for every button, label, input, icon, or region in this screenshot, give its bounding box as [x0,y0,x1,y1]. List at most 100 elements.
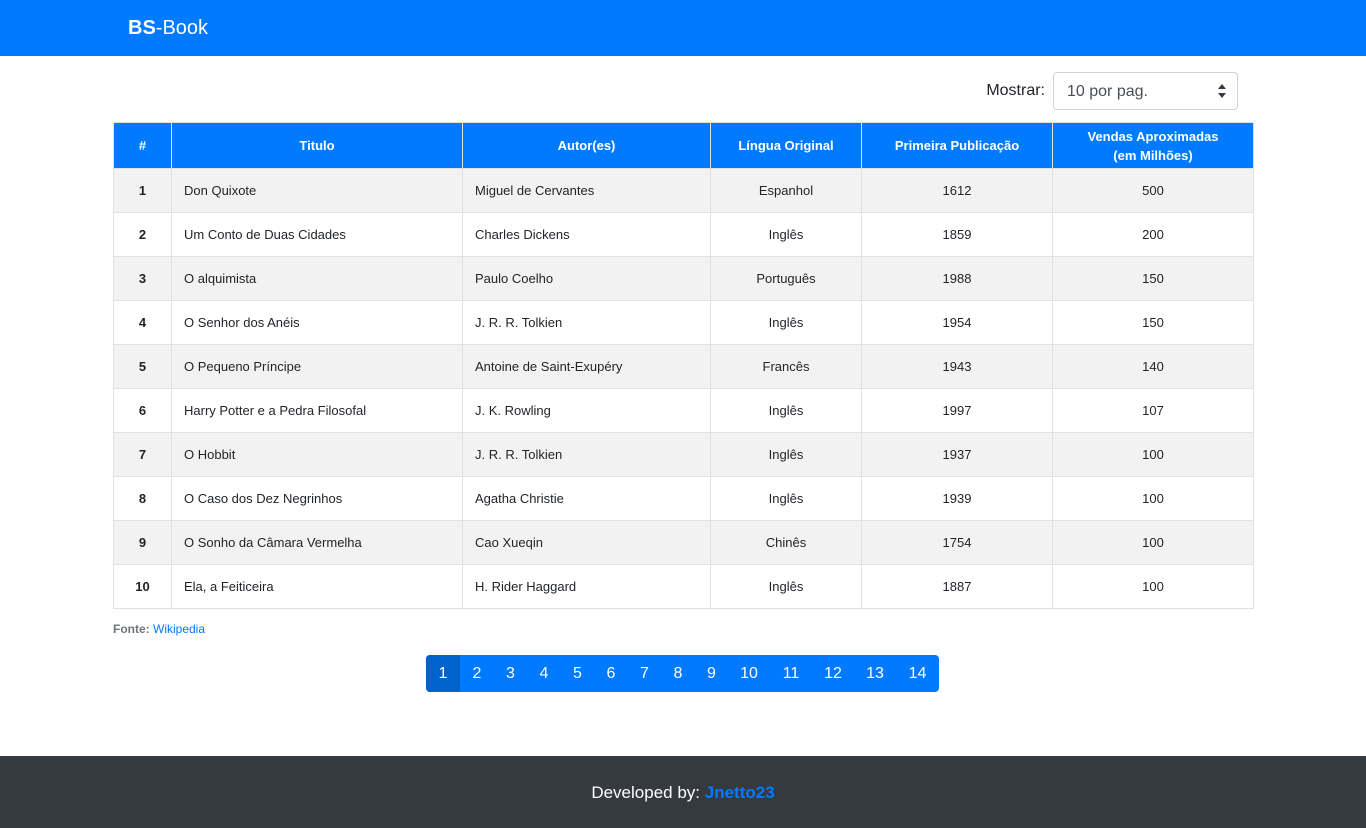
cell-title: Don Quixote [171,168,463,213]
cell-author: H. Rider Haggard [462,564,711,609]
cell-year: 1939 [861,476,1053,521]
table-row: 4 O Senhor dos Anéis J. R. R. Tolkien In… [113,300,1254,345]
source-note: Fonte: Wikipedia [113,621,205,637]
cell-sales: 100 [1052,564,1254,609]
page-link-12[interactable]: 12 [812,655,854,692]
header-first-publication: Primeira Publicação [861,122,1053,169]
show-label: Mostrar: [986,82,1045,99]
table-row: 10 Ela, a Feiticeira H. Rider Haggard In… [113,564,1254,609]
table-row: 2 Um Conto de Duas Cidades Charles Dicke… [113,212,1254,257]
page-link-10[interactable]: 10 [728,655,770,692]
cell-number: 3 [113,256,172,301]
cell-title: O Pequeno Príncipe [171,344,463,389]
cell-year: 1943 [861,344,1053,389]
page-link-11[interactable]: 11 [770,655,812,692]
cell-year: 1754 [861,520,1053,565]
header-sales-line2: (em Milhões) [1113,147,1193,163]
page-link-13[interactable]: 13 [854,655,896,692]
cell-language: Inglês [710,212,862,257]
header-number: # [113,122,172,169]
cell-number: 2 [113,212,172,257]
cell-title: Um Conto de Duas Cidades [171,212,463,257]
cell-year: 1937 [861,432,1053,477]
cell-author: Paulo Coelho [462,256,711,301]
cell-author: Agatha Christie [462,476,711,521]
page-link-9[interactable]: 9 [695,655,728,692]
cell-title: O Sonho da Câmara Vermelha [171,520,463,565]
footer-author-link[interactable]: Jnetto23 [705,783,775,802]
cell-author: Charles Dickens [462,212,711,257]
header-sales: Vendas Aproximadas (em Milhões) [1052,122,1254,169]
page-link-5[interactable]: 5 [561,655,594,692]
cell-language: Espanhol [710,168,862,213]
cell-language: Português [710,256,862,301]
table-row: 8 O Caso dos Dez Negrinhos Agatha Christ… [113,476,1254,521]
page-link-6[interactable]: 6 [594,655,628,692]
cell-year: 1997 [861,388,1053,433]
page-link-3[interactable]: 3 [494,655,527,692]
cell-title: O Caso dos Dez Negrinhos [171,476,463,521]
header-language: Língua Original [710,122,862,169]
cell-title: O alquimista [171,256,463,301]
cell-title: Harry Potter e a Pedra Filosofal [171,388,463,433]
cell-author: Antoine de Saint-Exupéry [462,344,711,389]
cell-language: Inglês [710,432,862,477]
page-link-14[interactable]: 14 [896,655,939,692]
cell-sales: 150 [1052,300,1254,345]
cell-language: Francês [710,344,862,389]
cell-author: J. R. R. Tolkien [462,432,711,477]
page-link-1[interactable]: 1 [426,655,460,692]
cell-number: 4 [113,300,172,345]
header-title: Titulo [171,122,463,169]
cell-author: Miguel de Cervantes [462,168,711,213]
per-page-value: 10 por pag. [1067,83,1148,100]
brand-link[interactable]: BS-Book [128,15,208,41]
cell-author: Cao Xueqin [462,520,711,565]
cell-language: Inglês [710,388,862,433]
cell-sales: 100 [1052,476,1254,521]
cell-author: J. R. R. Tolkien [462,300,711,345]
cell-number: 7 [113,432,172,477]
cell-language: Inglês [710,564,862,609]
cell-sales: 200 [1052,212,1254,257]
cell-number: 6 [113,388,172,433]
cell-sales: 140 [1052,344,1254,389]
table-row: 1 Don Quixote Miguel de Cervantes Espanh… [113,168,1254,213]
header-author: Autor(es) [462,122,711,169]
cell-sales: 150 [1052,256,1254,301]
cell-number: 5 [113,344,172,389]
cell-sales: 100 [1052,520,1254,565]
cell-year: 1612 [861,168,1053,213]
page-link-4[interactable]: 4 [527,655,561,692]
per-page-control: Mostrar: 10 por pag. [0,72,1366,110]
source-link[interactable]: Wikipedia [153,622,205,636]
table-row: 7 O Hobbit J. R. R. Tolkien Inglês 1937 … [113,432,1254,477]
brand-rest: -Book [155,17,209,39]
navbar: BS-Book [0,0,1366,56]
table-row: 9 O Sonho da Câmara Vermelha Cao Xueqin … [113,520,1254,565]
pagination: 1 2 3 4 5 6 7 8 9 10 11 12 13 14 [426,655,939,692]
footer-prefix: Developed by: [591,783,701,802]
page-link-2[interactable]: 2 [460,655,494,692]
cell-number: 10 [113,564,172,609]
table-header-row: # Titulo Autor(es) Língua Original Prime… [113,122,1254,169]
page-link-8[interactable]: 8 [661,655,695,692]
header-sales-line1: Vendas Aproximadas [1087,128,1219,144]
cell-year: 1954 [861,300,1053,345]
cell-number: 1 [113,168,172,213]
cell-year: 1859 [861,212,1053,257]
cell-title: O Hobbit [171,432,463,477]
select-caret-icon [1218,84,1226,98]
cell-author: J. K. Rowling [462,388,711,433]
cell-language: Inglês [710,300,862,345]
footer-credit: Developed by: Jnetto23 [0,783,1366,803]
footer: Developed by: Jnetto23 [0,756,1366,828]
cell-sales: 107 [1052,388,1254,433]
table-row: 6 Harry Potter e a Pedra Filosofal J. K.… [113,388,1254,433]
page-link-7[interactable]: 7 [628,655,661,692]
per-page-select[interactable]: 10 por pag. [1053,72,1238,110]
cell-number: 8 [113,476,172,521]
cell-language: Inglês [710,476,862,521]
cell-title: Ela, a Feiticeira [171,564,463,609]
cell-year: 1988 [861,256,1053,301]
